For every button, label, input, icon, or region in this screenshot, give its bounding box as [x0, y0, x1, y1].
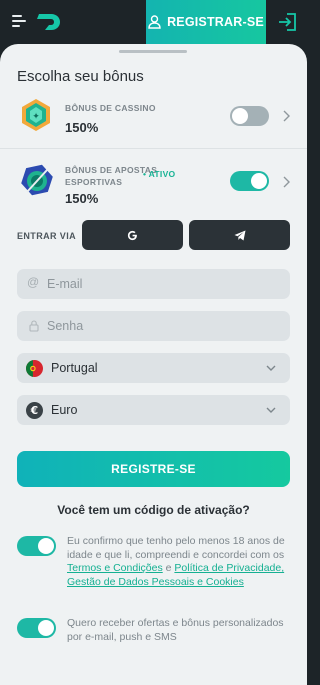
bonus-sports-row[interactable]: BÔNUS DE APOSTAS ESPORTIVAS • ATIVO 150% [0, 162, 307, 208]
promo-code-link[interactable]: Você tem um código de ativação? [0, 503, 307, 517]
bonus-sports-value: 150% [65, 191, 99, 206]
lock-icon [29, 320, 39, 332]
brand-logo[interactable] [37, 12, 63, 32]
google-login-button[interactable] [82, 220, 183, 250]
login-icon[interactable] [276, 12, 298, 32]
menu-icon[interactable] [12, 15, 26, 27]
euro-icon: € [26, 402, 43, 419]
register-tab-label: REGISTRAR-SE [167, 15, 264, 29]
chevron-down-icon [266, 407, 276, 413]
portugal-flag-icon [26, 360, 43, 377]
chevron-down-icon [266, 365, 276, 371]
bonus-sports-toggle[interactable] [230, 171, 269, 191]
email-placeholder: E-mail [47, 277, 83, 291]
divider [0, 148, 307, 149]
registration-sheet: Escolha seu bônus ✦ BÔNUS DE CASSINO 150… [0, 44, 307, 685]
telegram-login-button[interactable] [189, 220, 290, 250]
telegram-icon [234, 230, 245, 240]
bonus-casino-name: BÔNUS DE CASSINO [65, 103, 156, 113]
marketing-consent-text: Quero receber ofertas e bônus personaliz… [67, 617, 284, 643]
age-consent-toggle[interactable] [17, 536, 56, 556]
password-placeholder: Senha [47, 319, 84, 333]
social-login-label: ENTRAR VIA [17, 231, 77, 241]
bonus-casino-row[interactable]: ✦ BÔNUS DE CASSINO 150% [0, 96, 307, 138]
register-submit-label: REGISTRE-SE [111, 462, 196, 476]
sheet-grabber[interactable] [119, 50, 187, 53]
currency-select[interactable]: € Euro [17, 395, 290, 425]
sports-ball-icon [21, 164, 53, 196]
svg-text:€: € [30, 404, 38, 417]
bonus-casino-value: 150% [65, 120, 99, 135]
casino-gem-icon: ✦ [22, 99, 50, 131]
chevron-right-icon[interactable] [282, 176, 290, 188]
bonus-casino-toggle[interactable] [230, 106, 269, 126]
register-tab[interactable]: REGISTRAR-SE [146, 0, 266, 44]
sheet-title: Escolha seu bônus [17, 68, 144, 85]
bonus-sports-name-line2: ESPORTIVAS [65, 177, 123, 187]
active-status-badge: • ATIVO [143, 169, 176, 179]
country-select[interactable]: Portugal [17, 353, 290, 383]
at-icon: @ [27, 275, 40, 289]
svg-text:✦: ✦ [32, 112, 40, 122]
user-icon [148, 15, 161, 29]
email-field[interactable]: @ E-mail [17, 269, 290, 299]
currency-value: Euro [51, 403, 78, 417]
chevron-right-icon[interactable] [282, 110, 290, 122]
register-submit-button[interactable]: REGISTRE-SE [17, 451, 290, 487]
google-icon [127, 230, 137, 240]
country-value: Portugal [51, 361, 98, 375]
age-consent-text: Eu confirmo que tenho pelo menos 18 anos… [67, 535, 285, 588]
marketing-consent-toggle[interactable] [17, 618, 56, 638]
password-field[interactable]: Senha [17, 311, 290, 341]
top-bar: REGISTRAR-SE [0, 0, 307, 44]
terms-link[interactable]: Termos e Condições [67, 562, 163, 574]
